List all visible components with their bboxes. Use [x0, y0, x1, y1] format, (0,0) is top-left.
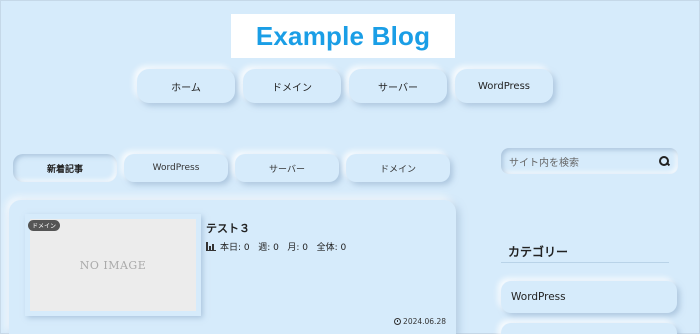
post-date: 2024.06.28 — [394, 317, 446, 326]
clock-icon — [394, 318, 402, 325]
tab-new-posts[interactable]: 新着記事 — [13, 154, 117, 182]
no-image-text: NO IMAGE — [79, 258, 147, 272]
category-badge: ドメイン — [28, 220, 61, 231]
tab-server[interactable]: サーバー — [235, 154, 339, 182]
post-title[interactable]: テスト３ — [206, 220, 250, 236]
category-heading: カテゴリー — [508, 245, 569, 259]
nav-item-server[interactable]: サーバー — [349, 69, 447, 103]
heading-divider — [501, 262, 669, 263]
post-stats: 本日: 0 週: 0 月: 0 全体: 0 — [206, 240, 346, 253]
search-input[interactable]: サイト内を検索 — [509, 154, 659, 169]
sidebar-item-wordpress[interactable]: WordPress — [501, 281, 677, 313]
site-logo[interactable]: Example Blog — [231, 14, 455, 58]
search-icon[interactable] — [659, 155, 670, 167]
nav-item-home[interactable]: ホーム — [137, 69, 235, 103]
post-stats-text: 本日: 0 週: 0 月: 0 全体: 0 — [220, 243, 347, 253]
nav-item-domain[interactable]: ドメイン — [243, 69, 341, 103]
site-title[interactable]: Example Blog — [256, 21, 430, 52]
search-box[interactable]: サイト内を検索 — [501, 148, 678, 174]
nav-item-wordpress[interactable]: WordPress — [455, 69, 553, 103]
sidebar-item-next[interactable] — [501, 323, 677, 334]
post-date-text: 2024.06.28 — [403, 317, 446, 326]
global-nav: ホーム ドメイン サーバー WordPress — [137, 69, 553, 103]
tab-domain[interactable]: ドメイン — [346, 154, 450, 182]
post-card[interactable]: NO IMAGE ドメイン テスト３ 本日: 0 週: 0 月: 0 全体: 0… — [9, 200, 456, 334]
post-tabs: 新着記事 WordPress サーバー ドメイン — [13, 154, 450, 182]
bar-chart-icon — [206, 242, 216, 251]
tab-wordpress[interactable]: WordPress — [124, 154, 228, 182]
